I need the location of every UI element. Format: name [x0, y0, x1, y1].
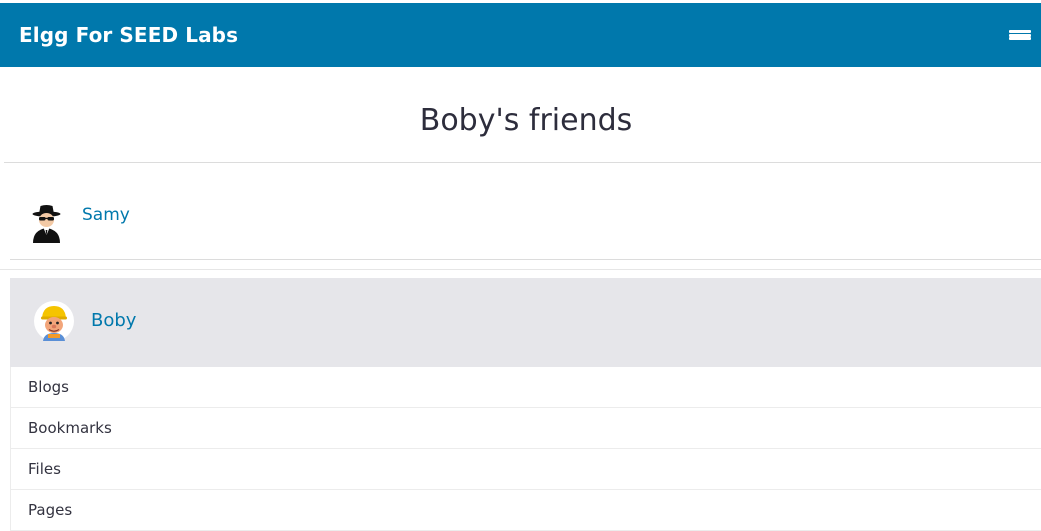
menu-bar-3 [1009, 37, 1031, 40]
owner-menu-item-bookmarks: Bookmarks [11, 408, 1041, 449]
friend-name-link[interactable]: Samy [82, 205, 130, 225]
owner-menu-link-blogs[interactable]: Blogs [11, 378, 69, 396]
owner-menu-item-pages: Pages [11, 490, 1041, 531]
owner-menu-link-bookmarks[interactable]: Bookmarks [11, 419, 112, 437]
section-divider [0, 269, 1041, 270]
owner-block: Boby [10, 278, 1041, 367]
owner-menu-link-files[interactable]: Files [11, 460, 61, 478]
page-title: Boby's friends [419, 103, 633, 138]
owner-menu-link-pages[interactable]: Pages [11, 501, 72, 519]
owner-name-link[interactable]: Boby [91, 310, 136, 331]
friend-list-item: Samy [10, 172, 1041, 260]
site-name-link[interactable]: Elgg For SEED Labs [19, 23, 238, 47]
owner-menu-item-blogs: Blogs [11, 367, 1041, 408]
spy-avatar-icon[interactable] [30, 203, 63, 243]
owner-menu-item-files: Files [11, 449, 1041, 490]
builder-avatar-icon[interactable] [34, 301, 74, 341]
title-divider [4, 162, 1041, 163]
site-header: Elgg For SEED Labs [0, 3, 1041, 67]
hamburger-menu-icon[interactable] [1009, 26, 1031, 44]
owner-menu: Blogs Bookmarks Files Pages [10, 367, 1041, 531]
menu-bar-1 [1009, 30, 1031, 33]
